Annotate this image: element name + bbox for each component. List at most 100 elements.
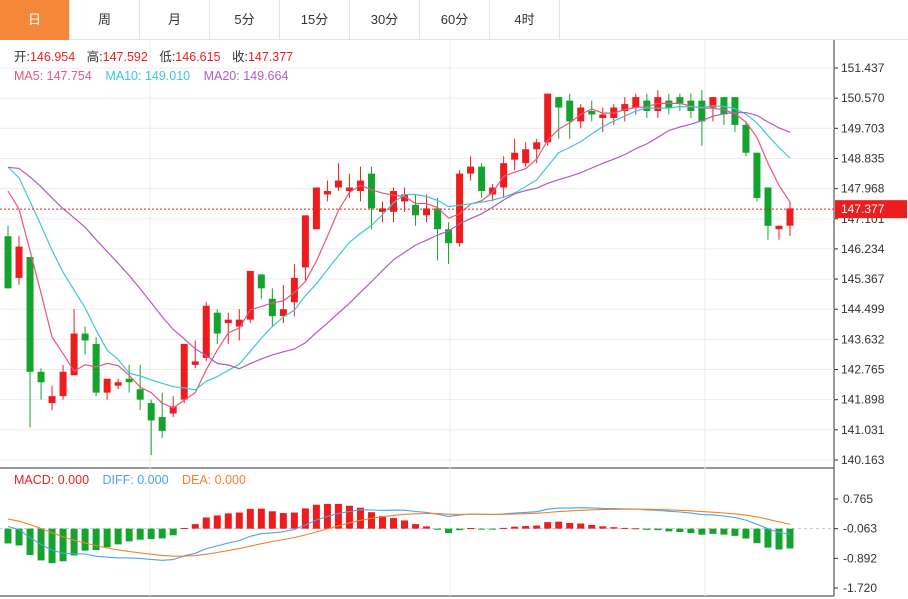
macd-bar: [753, 528, 761, 544]
diff-line: [7, 507, 791, 561]
candle: [445, 222, 453, 264]
macd-bar: [423, 526, 431, 529]
candle-body: [467, 166, 475, 174]
candle: [665, 93, 673, 115]
candle: [467, 156, 475, 181]
candle: [26, 257, 34, 428]
macd-bar: [566, 523, 574, 529]
tab-4[interactable]: 15分: [280, 0, 350, 40]
candle: [555, 97, 563, 139]
candle: [246, 270, 254, 324]
tab-5[interactable]: 30分: [350, 0, 420, 40]
macd-bar: [742, 528, 750, 539]
candle-body: [533, 142, 541, 150]
candle-body: [742, 124, 750, 153]
ytick-label: 148.835: [841, 151, 885, 165]
candle-body: [312, 187, 320, 230]
candle: [323, 180, 331, 202]
candle: [15, 236, 23, 285]
candle-body: [698, 100, 706, 122]
macd-bar: [81, 528, 89, 551]
macd-bar: [533, 525, 541, 529]
candle-body: [632, 97, 640, 108]
grid: [0, 40, 835, 597]
candle: [114, 378, 122, 390]
candle-body: [158, 416, 166, 431]
candle-body: [81, 333, 89, 341]
candle-body: [268, 298, 276, 317]
candle: [753, 152, 761, 202]
candle-body: [246, 270, 254, 320]
candle-body: [555, 97, 563, 108]
macd-bar: [268, 511, 276, 529]
tab-2[interactable]: 月: [140, 0, 210, 40]
macd-ytick-label: 0.765: [843, 492, 873, 506]
candle: [4, 225, 12, 289]
tab-3[interactable]: 5分: [210, 0, 280, 40]
candle: [401, 187, 409, 212]
macd-bar: [511, 526, 519, 529]
candle: [356, 166, 364, 202]
ytick-label: 141.031: [841, 423, 885, 437]
macd-bar: [687, 528, 695, 534]
candle: [775, 225, 783, 240]
candle-body: [478, 166, 486, 191]
macd-bar: [577, 523, 585, 529]
candle-body: [731, 97, 739, 125]
macd-bar: [158, 528, 166, 539]
macd-bar: [555, 521, 563, 529]
macd-bar: [412, 524, 420, 529]
ma10-line: [7, 105, 791, 391]
candle-body: [125, 378, 133, 383]
macd-bar: [621, 527, 629, 529]
candle-body: [4, 236, 12, 289]
macd-bar: [500, 527, 508, 529]
candle-body: [511, 152, 519, 160]
ma20-line: [7, 111, 791, 370]
tab-0[interactable]: 日: [0, 0, 70, 40]
macd-bar: [4, 528, 12, 544]
macd-bar: [213, 515, 221, 529]
candle-body: [191, 361, 199, 365]
ytick-label: 143.632: [841, 332, 885, 346]
tab-6[interactable]: 60分: [420, 0, 490, 40]
macd-bar: [522, 526, 530, 529]
macd-bar: [147, 528, 155, 540]
macd-bar: [279, 513, 287, 529]
candle: [511, 138, 519, 171]
macd-bar: [367, 512, 375, 529]
candle: [37, 368, 45, 400]
macd-bar: [180, 527, 188, 529]
candle: [213, 309, 221, 344]
candle: [81, 326, 89, 355]
macd-bar: [434, 528, 442, 530]
candle-body: [588, 111, 596, 115]
macd-bar: [720, 528, 728, 535]
candle: [676, 93, 684, 112]
ytick-label: 149.703: [841, 121, 885, 135]
macd-legend: MACD: 0.000 DIFF: 0.000 DEA: 0.000: [14, 473, 246, 487]
macd-bar: [544, 522, 552, 529]
tab-7[interactable]: 4时: [490, 0, 560, 40]
macd-bar: [478, 528, 486, 530]
candle: [48, 385, 56, 411]
candle-body: [323, 190, 331, 195]
macd-bar: [632, 528, 640, 530]
macd-bar: [654, 528, 662, 531]
macd-ytick-label: -0.892: [843, 551, 877, 565]
macd-bar: [103, 528, 111, 548]
macd-bar: [786, 528, 794, 549]
moving-averages: [7, 102, 791, 409]
candle: [202, 302, 210, 362]
candle-body: [786, 208, 794, 226]
macd-bar: [665, 528, 673, 532]
tab-1[interactable]: 周: [70, 0, 140, 40]
candle: [786, 201, 794, 237]
macd-bar: [389, 518, 397, 529]
current-price-label: 147.377: [841, 202, 885, 216]
candle-body: [180, 343, 188, 400]
macd-bar: [731, 528, 739, 536]
ytick-label: 141.898: [841, 393, 885, 407]
macd-bar: [599, 526, 607, 529]
candle: [566, 93, 574, 139]
